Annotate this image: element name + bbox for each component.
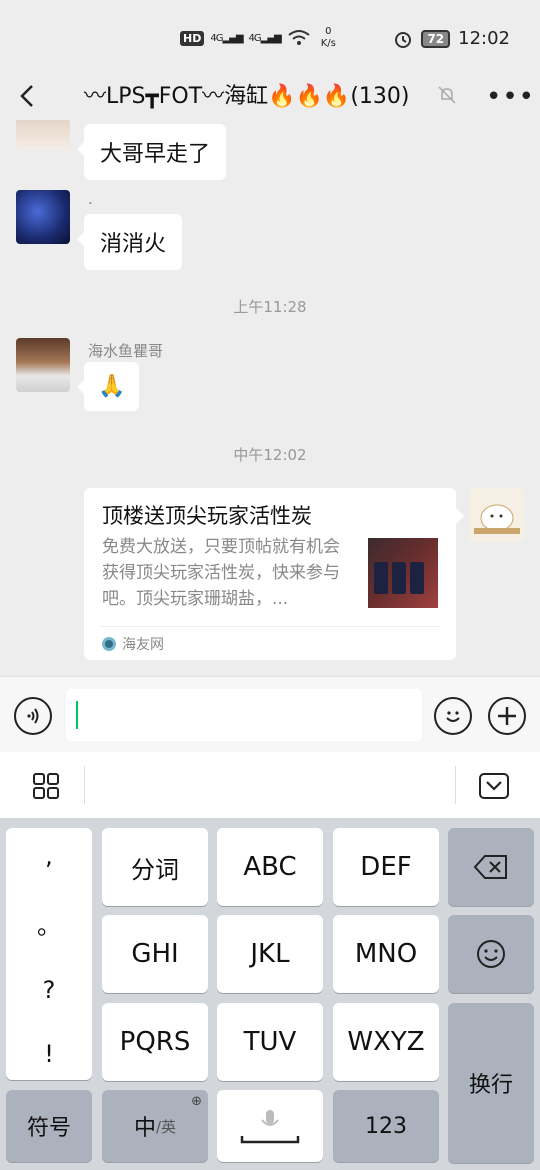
key-jkl[interactable]: JKL (217, 915, 323, 993)
punctuation-column[interactable]: , 。 ? ! (6, 828, 92, 1080)
key-fenci[interactable]: 分词 (102, 828, 208, 906)
message-bubble[interactable]: 消消火 (76, 214, 183, 270)
symbols-key[interactable]: 符号 (6, 1090, 92, 1162)
input-bar (0, 676, 540, 752)
language-switch-key[interactable]: 中/英 ⊕ (102, 1090, 208, 1162)
key-pqrs[interactable]: PQRS (102, 1003, 208, 1081)
message-bubble[interactable]: 🙏 (76, 362, 140, 411)
emoji-icon[interactable] (434, 697, 472, 735)
battery-icon: 72 (421, 29, 451, 48)
ime-toolbar (0, 752, 540, 818)
text-cursor (76, 701, 78, 729)
status-bar: HD 4G▂▄▆ 4G▂▄▆ 0 K/s 72 12:02 (0, 0, 540, 72)
chat-title: 〰LPS┳FOT〰海缸🔥🔥🔥(130) (84, 84, 410, 109)
space-key[interactable] (217, 1090, 323, 1162)
key-tuv[interactable]: TUV (217, 1003, 323, 1081)
signal-icon-2: 4G▂▄▆ (248, 32, 282, 44)
backspace-icon (473, 855, 507, 879)
card-divider (100, 626, 440, 627)
wifi-icon (288, 30, 310, 45)
backspace-key[interactable] (448, 828, 534, 906)
emoji-key[interactable] (448, 915, 534, 993)
card-thumbnail (368, 538, 438, 608)
voice-icon[interactable] (14, 697, 52, 735)
my-avatar[interactable] (470, 488, 524, 542)
key-def[interactable]: DEF (333, 828, 439, 906)
key-wxyz[interactable]: WXYZ (333, 1003, 439, 1081)
card-description: 免费大放送，只要顶帖就有机会获得顶尖玩家活性炭，快来参与吧。顶尖玩家珊瑚盐，..… (102, 537, 340, 609)
microphone-icon (240, 1110, 300, 1144)
hd-icon: HD (180, 30, 205, 46)
key-mno[interactable]: MNO (333, 915, 439, 993)
sticker-avatar-icon (474, 504, 520, 534)
timestamp: 上午11:28 (233, 298, 307, 316)
message-list[interactable]: 大哥早走了 . 消消火 上午11:28 海水鱼瞿哥 🙏 中午12:02 顶楼送顶… (0, 120, 540, 676)
mute-bell-icon (438, 86, 456, 104)
back-icon[interactable] (14, 78, 42, 114)
card-source: 海友网 (102, 634, 164, 654)
plus-icon[interactable] (488, 697, 526, 735)
hide-keyboard-icon[interactable] (478, 772, 510, 800)
wechat-chat-screen: HD 4G▂▄▆ 4G▂▄▆ 0 K/s 72 12:02 〰LPS┳FOT〰海缸… (0, 0, 540, 1170)
link-card[interactable]: 顶楼送顶尖玩家活性炭 免费大放送，只要顶帖就有机会获得顶尖玩家活性炭，快来参与吧… (84, 488, 464, 660)
punct-key[interactable]: 。 (6, 906, 92, 941)
ime-menu-grid-icon[interactable] (32, 772, 60, 800)
clock: 12:02 (458, 28, 510, 49)
sender-name: . (88, 190, 93, 208)
network-speed: 0 K/s (320, 26, 336, 49)
smiley-icon (477, 940, 505, 968)
punct-key[interactable]: ? (6, 976, 92, 1004)
avatar[interactable] (16, 190, 70, 244)
numbers-key[interactable]: 123 (333, 1090, 439, 1162)
card-title: 顶楼送顶尖玩家活性炭 (102, 504, 312, 528)
key-abc[interactable]: ABC (217, 828, 323, 906)
globe-icon: ⊕ (191, 1094, 202, 1109)
message-input[interactable] (66, 689, 422, 741)
alarm-icon (395, 31, 412, 48)
key-ghi[interactable]: GHI (102, 915, 208, 993)
enter-key[interactable]: 换行 (448, 1003, 534, 1163)
punct-key[interactable]: ! (6, 1040, 92, 1068)
avatar[interactable] (16, 120, 70, 150)
timestamp: 中午12:02 (233, 446, 307, 464)
chat-header: 〰LPS┳FOT〰海缸🔥🔥🔥(130) ••• (0, 72, 540, 120)
avatar[interactable] (16, 338, 70, 392)
message-bubble[interactable]: 大哥早走了 (76, 124, 227, 180)
more-options-icon[interactable]: ••• (486, 82, 535, 112)
punct-key[interactable]: , (6, 842, 92, 870)
source-logo-icon (102, 637, 116, 651)
signal-icon: 4G▂▄▆ (210, 32, 243, 44)
keyboard: , 。 ? ! 分词 ABC DEF GHI JKL MNO PQRS TUV … (0, 818, 540, 1170)
sender-name: 海水鱼瞿哥 (88, 342, 164, 360)
